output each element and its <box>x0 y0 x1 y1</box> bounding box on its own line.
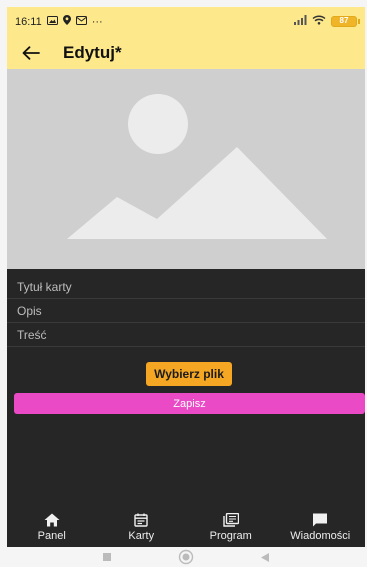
back-system-button[interactable] <box>260 552 270 563</box>
phone-screen: 16:11 ··· 87 Edytuj* Tytuł karty Opis Tr… <box>7 7 365 567</box>
nav-item-wiadomosci[interactable]: Wiadomości <box>276 507 366 547</box>
card-title-input[interactable]: Tytuł karty <box>7 275 365 299</box>
circle-icon <box>178 549 194 565</box>
nav-label-panel: Panel <box>37 529 66 542</box>
square-icon <box>103 553 111 561</box>
home-icon <box>43 513 61 527</box>
page-title: Edytuj* <box>63 42 122 62</box>
nav-item-panel[interactable]: Panel <box>7 507 97 547</box>
save-button[interactable]: Zapisz <box>14 393 365 414</box>
nav-item-program[interactable]: Program <box>186 507 276 547</box>
bottom-navigation: Panel Karty Program Wiadomości <box>7 507 365 547</box>
back-button[interactable] <box>21 43 41 63</box>
nav-item-karty[interactable]: Karty <box>97 507 187 547</box>
calendar-icon <box>132 513 150 527</box>
nav-label-program: Program <box>209 529 252 542</box>
battery-indicator: 87 <box>331 16 360 27</box>
image-placeholder-icon <box>7 69 365 269</box>
gallery-notification-icon <box>46 15 58 28</box>
status-left: 16:11 ··· <box>15 15 103 28</box>
description-placeholder: Opis <box>17 303 42 318</box>
status-right: 87 <box>293 15 360 28</box>
signal-icon <box>293 15 307 28</box>
card-title-placeholder: Tytuł karty <box>17 279 72 294</box>
message-icon <box>311 513 329 527</box>
content-placeholder: Treść <box>17 327 47 342</box>
content-input[interactable]: Treść <box>7 323 365 347</box>
arrow-left-icon <box>22 45 40 60</box>
nav-label-karty: Karty <box>128 529 155 542</box>
status-bar: 16:11 ··· 87 <box>7 7 365 36</box>
more-notifications-indicator: ··· <box>91 15 103 28</box>
mail-icon <box>75 15 87 28</box>
edit-form: Tytuł karty Opis Treść Wybierz plik Zapi… <box>7 269 365 507</box>
image-placeholder[interactable] <box>7 69 365 269</box>
system-navigation-bar <box>7 547 365 567</box>
library-icon <box>222 512 240 527</box>
app-bar: Edytuj* <box>7 36 365 69</box>
description-input[interactable]: Opis <box>7 299 365 323</box>
triangle-back-icon <box>261 552 269 562</box>
home-button[interactable] <box>178 549 194 565</box>
recent-apps-button[interactable] <box>102 552 112 562</box>
nav-label-wiadomosci: Wiadomości <box>290 529 351 542</box>
status-time: 16:11 <box>15 15 42 28</box>
wifi-icon <box>312 15 326 28</box>
choose-file-button[interactable]: Wybierz plik <box>146 362 232 386</box>
location-icon <box>62 15 71 28</box>
